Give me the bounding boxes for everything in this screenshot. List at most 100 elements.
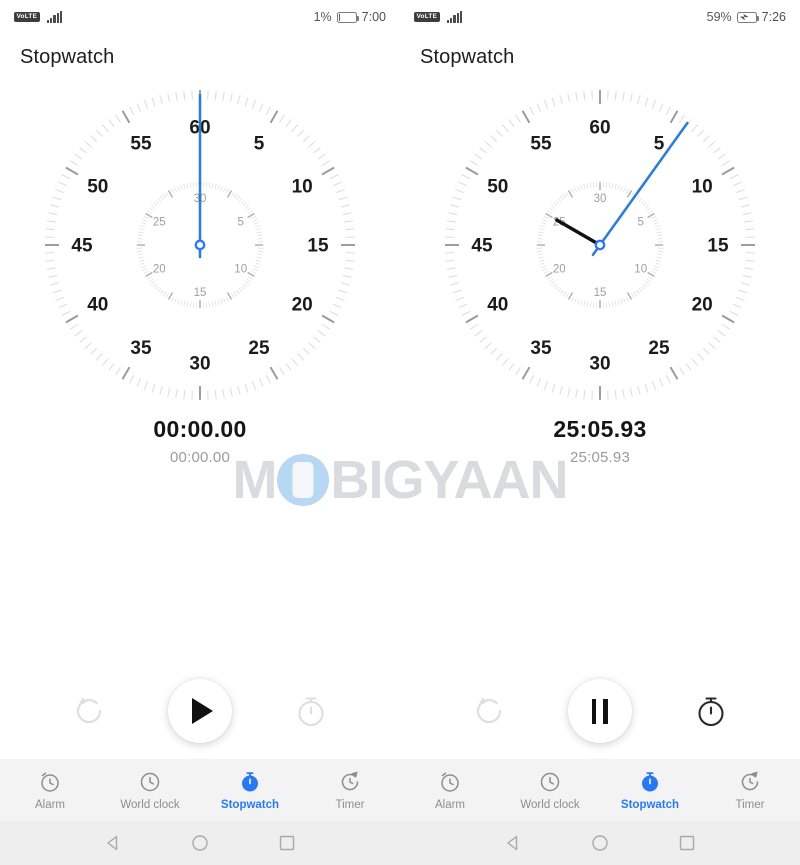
android-navigation-bar (400, 821, 800, 865)
dial-number: 60 (589, 118, 610, 139)
dial-number: 5 (254, 133, 265, 154)
tab-timer[interactable]: Timer (700, 770, 800, 811)
pause-button[interactable] (567, 679, 632, 743)
tab-alarm[interactable]: Alarm (0, 770, 100, 811)
dial-number: 20 (692, 295, 713, 316)
dial-number: 50 (487, 177, 508, 198)
status-bar-clock: 7:26 (761, 10, 786, 24)
tab-world-clock[interactable]: World clock (100, 770, 200, 811)
pause-icon (591, 698, 608, 724)
android-navigation-bar (0, 821, 400, 865)
dial-number: 10 (692, 177, 713, 198)
dial-number: 5 (237, 217, 243, 229)
play-icon (191, 698, 213, 724)
stopwatch-dial: 60510152025303540455055 30510152025 (45, 90, 355, 400)
status-bar-right: 1% 7:00 (314, 10, 386, 24)
dial-number: 30 (594, 193, 607, 205)
time-readout-group: 25:05.93 25:05.93 (400, 410, 800, 480)
stopwatch-controls (0, 663, 400, 759)
dial-number: 25 (248, 338, 270, 359)
dial-number: 55 (530, 133, 552, 154)
dial-number: 25 (153, 217, 166, 229)
tab-label: World clock (520, 798, 580, 811)
status-bar: VoLTE 1% 7:00 (0, 0, 400, 34)
tab-label: Timer (735, 798, 765, 811)
stopwatch-controls (400, 663, 800, 759)
status-bar-right: 59% 7:26 (707, 10, 786, 24)
tab-stopwatch[interactable]: Stopwatch (600, 770, 700, 811)
status-bar-clock: 7:00 (361, 10, 386, 24)
stopwatch-dial-container: 60510152025303540455055 30510152025 (0, 80, 400, 410)
dial-number: 30 (189, 354, 210, 375)
bottom-tab-bar: Alarm World clock Stopwatch Timer (400, 759, 800, 821)
home-icon[interactable] (190, 833, 210, 853)
hand-pivot (194, 239, 206, 251)
battery-percent-label: 59% (706, 10, 732, 24)
recents-icon[interactable] (277, 833, 297, 853)
battery-icon (336, 11, 359, 23)
dial-number: 30 (589, 354, 610, 375)
tab-world-clock[interactable]: World clock (500, 770, 600, 811)
stopwatch-dial: 60510152025303540455055 30510152025 (445, 90, 755, 400)
dial-number: 5 (637, 217, 643, 229)
tab-label: Stopwatch (620, 798, 680, 811)
dial-number: 15 (307, 236, 329, 257)
status-bar-left: VoLTE (414, 11, 463, 23)
time-readout-group: 00:00.00 00:00.00 (0, 410, 400, 480)
tab-label: Alarm (34, 798, 66, 811)
world-clock-icon (540, 772, 560, 791)
phone-screenshot-comparison: VoLTE 1% 7:00 Stopwatch 60 5 10 15 20 25 30 35 4… (0, 0, 800, 865)
page-title: Stopwatch (420, 46, 515, 68)
back-icon[interactable] (103, 833, 123, 853)
reset-icon[interactable] (469, 691, 509, 731)
dial-number: 45 (471, 236, 493, 257)
battery-charging-icon (736, 11, 759, 23)
tab-label: Timer (335, 798, 365, 811)
dial-number: 50 (87, 177, 108, 198)
minute-hand (554, 218, 602, 247)
dial-number: 5 (654, 133, 665, 154)
recents-icon[interactable] (677, 833, 697, 853)
stopwatch-panel-left: VoLTE 1% 7:00 Stopwatch 60 5 10 15 20 25 30 35 4… (0, 0, 400, 865)
dial-number: 55 (130, 133, 152, 154)
elapsed-time-secondary: 00:00.00 (170, 449, 230, 466)
dial-number: 20 (553, 264, 566, 276)
tab-label: Stopwatch (220, 798, 280, 811)
dial-number: 20 (292, 295, 313, 316)
lap-timer-icon[interactable] (691, 691, 731, 731)
world-clock-icon (140, 772, 160, 791)
signal-bars-icon (46, 11, 63, 23)
timer-icon (741, 771, 759, 790)
dial-number: 15 (707, 236, 729, 257)
reset-icon[interactable] (69, 691, 109, 731)
hand-pivot (594, 239, 606, 251)
tab-label: Alarm (434, 798, 466, 811)
bottom-tab-bar: Alarm World clock Stopwatch Timer (0, 759, 400, 821)
dial-number: 20 (153, 264, 166, 276)
alarm-clock-icon (41, 771, 59, 792)
home-icon[interactable] (590, 833, 610, 853)
back-icon[interactable] (503, 833, 523, 853)
dial-number: 35 (530, 338, 552, 359)
tab-alarm[interactable]: Alarm (400, 770, 500, 811)
stopwatch-dial-container: 60510152025303540455055 30510152025 (400, 80, 800, 410)
dial-number: 10 (634, 264, 647, 276)
timer-icon (341, 771, 359, 790)
stopwatch-icon (242, 771, 258, 791)
lap-timer-icon[interactable] (291, 691, 331, 731)
stopwatch-panel-right: VoLTE 59% 7:26 Stopwatch 60 5 10 15 20 25 30 35… (400, 0, 800, 865)
dial-number: 15 (594, 287, 607, 299)
start-button[interactable] (167, 679, 232, 743)
status-bar-left: VoLTE (14, 11, 63, 23)
dial-number: 35 (130, 338, 152, 359)
signal-bars-icon (446, 11, 463, 23)
dial-number: 25 (648, 338, 670, 359)
elapsed-time-main: 00:00.00 (153, 416, 247, 442)
tab-timer[interactable]: Timer (300, 770, 400, 811)
status-bar: VoLTE 59% 7:26 (400, 0, 800, 34)
tab-stopwatch[interactable]: Stopwatch (200, 770, 300, 811)
tab-label: World clock (120, 798, 180, 811)
dial-number: 40 (87, 295, 108, 316)
dial-number: 10 (234, 264, 247, 276)
